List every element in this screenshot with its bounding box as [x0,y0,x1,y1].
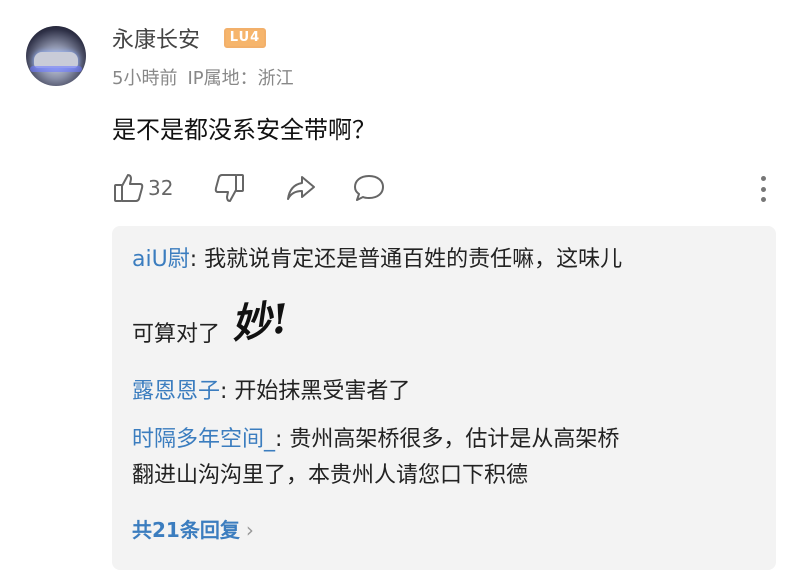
share-button[interactable] [284,168,318,208]
dot-icon [760,176,766,181]
chevron-right-icon: › [245,518,254,542]
comment-meta: 5小時前 IP属地：浙江 [112,64,304,90]
reply-item[interactable]: aiU尉: 我就说肯定还是普通百姓的责任嘛，这味儿 [132,242,752,278]
reply-text: 贵州高架桥很多，估计是从高架桥 [289,427,620,452]
car-glow [30,66,82,72]
like-count: 32 [148,176,174,200]
reply-author[interactable]: aiU尉 [132,247,190,272]
reply-author[interactable]: 时隔多年空间_ [132,427,275,452]
reply-panel: aiU尉: 我就说肯定还是普通百姓的责任嘛，这味儿 可算对了 妙! 露恩恩子: 开… [112,226,776,570]
level-badge: LU4 [224,28,266,48]
dot-icon [760,197,766,202]
reply-text: 开始抹黑受害者了 [234,379,411,404]
view-all-replies-link[interactable]: 共21条回复 › [132,514,254,543]
reply-button[interactable] [352,168,386,208]
reply-item[interactable]: 露恩恩子: 开始抹黑受害者了 [132,374,410,410]
thumbs-up-icon [114,174,144,202]
user-avatar[interactable] [26,26,86,86]
reply-text: 翻进山沟沟里了，本贵州人请您口下积德 [132,463,529,488]
reply-item-continued: 可算对了 妙! [132,295,291,353]
reply-item[interactable]: 时隔多年空间_: 贵州高架桥很多，估计是从高架桥 翻进山沟沟里了，本贵州人请您口… [132,422,752,494]
reply-text: 我就说肯定还是普通百姓的责任嘛，这味儿 [204,247,623,272]
dot-icon [760,186,766,192]
ip-location: IP属地：浙江 [187,68,294,89]
reply-text: 可算对了 [132,322,221,347]
comment-text: 是不是都没系安全带啊？ [112,116,376,144]
dislike-button[interactable] [212,168,246,208]
more-options-button[interactable] [748,172,778,206]
thumbs-down-icon [214,174,244,202]
miao-sticker: 妙! [229,295,292,348]
reply-count-label: 共21条回复 [132,518,240,542]
comment-bubble-icon [354,175,384,201]
reply-author[interactable]: 露恩恩子 [132,379,220,404]
reply-separator: : [275,427,290,452]
comment-time: 5小時前 [112,68,178,89]
reply-separator: : [220,379,235,404]
username[interactable]: 永康长安 [112,22,200,54]
reply-separator: : [189,247,205,272]
comment-actions: 32 [112,168,772,208]
share-icon [287,176,315,200]
like-button[interactable]: 32 [112,168,173,208]
